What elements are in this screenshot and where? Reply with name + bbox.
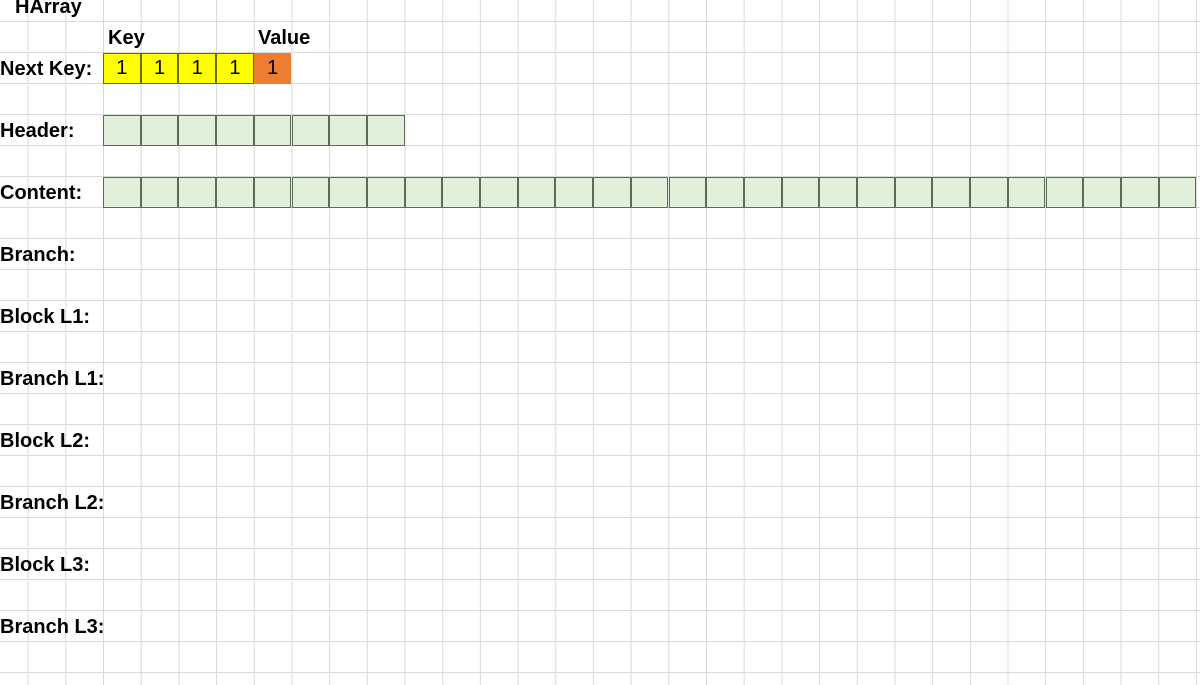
content-cell[interactable] (329, 177, 367, 208)
header-cell[interactable] (329, 115, 367, 146)
content-cell[interactable] (743, 177, 782, 208)
next-key-key-cell[interactable]: 1 (216, 53, 254, 84)
row-label-block-l3: Block L3: (0, 554, 91, 576)
row-label-block-l2: Block L2: (0, 430, 91, 452)
content-cell[interactable] (932, 177, 971, 208)
content-cell[interactable] (593, 177, 631, 208)
row-label-branch: Branch: (0, 244, 76, 266)
content-cell[interactable] (894, 177, 933, 208)
content-cell[interactable] (1007, 177, 1046, 208)
content-cell[interactable] (706, 177, 744, 208)
content-cell[interactable] (404, 177, 443, 208)
content-cell[interactable] (442, 177, 480, 208)
spreadsheet-grid[interactable]: HArray Key Value Next Key: Header: Conte… (0, 0, 1200, 685)
content-cell[interactable] (216, 177, 254, 208)
header-cell[interactable] (140, 115, 179, 146)
content-cell[interactable] (781, 177, 820, 208)
content-cell[interactable] (630, 177, 669, 208)
value-column-header: Value (258, 27, 311, 49)
next-key-key-cell[interactable]: 1 (103, 53, 141, 84)
header-cell[interactable] (216, 115, 254, 146)
next-key-key-cell[interactable]: 1 (140, 53, 179, 84)
content-cell[interactable] (1158, 177, 1197, 208)
header-cell[interactable] (103, 115, 141, 146)
content-cell[interactable] (819, 177, 857, 208)
content-cell[interactable] (1083, 177, 1121, 208)
row-label-branch-l1: Branch L1: (0, 368, 105, 390)
header-cell[interactable] (253, 115, 292, 146)
header-cell[interactable] (178, 115, 217, 146)
header-cell[interactable] (366, 115, 405, 146)
row-label-branch-l2: Branch L2: (0, 492, 105, 514)
content-cell[interactable] (555, 177, 594, 208)
row-label-branch-l3: Branch L3: (0, 616, 105, 638)
key-column-header: Key (108, 27, 145, 49)
content-cell[interactable] (517, 177, 556, 208)
content-cell[interactable] (1045, 177, 1084, 208)
content-cell[interactable] (178, 177, 217, 208)
next-key-value-cell[interactable]: 1 (253, 53, 292, 84)
content-cell[interactable] (140, 177, 179, 208)
row-label-block-l1: Block L1: (0, 306, 91, 328)
content-cell[interactable] (480, 177, 518, 208)
content-cell[interactable] (970, 177, 1008, 208)
row-label-next-key: Next Key: (0, 58, 93, 80)
content-cell[interactable] (668, 177, 707, 208)
content-cell[interactable] (857, 177, 895, 208)
content-cell[interactable] (103, 177, 141, 208)
row-label-content: Content: (0, 182, 83, 204)
content-cell[interactable] (1120, 177, 1159, 208)
content-cell[interactable] (366, 177, 405, 208)
row-label-header: Header: (0, 120, 75, 142)
content-cell[interactable] (253, 177, 292, 208)
header-cell[interactable] (291, 115, 330, 146)
content-cell[interactable] (291, 177, 330, 208)
next-key-key-cell[interactable]: 1 (178, 53, 217, 84)
sheet-title: HArray (15, 0, 82, 18)
